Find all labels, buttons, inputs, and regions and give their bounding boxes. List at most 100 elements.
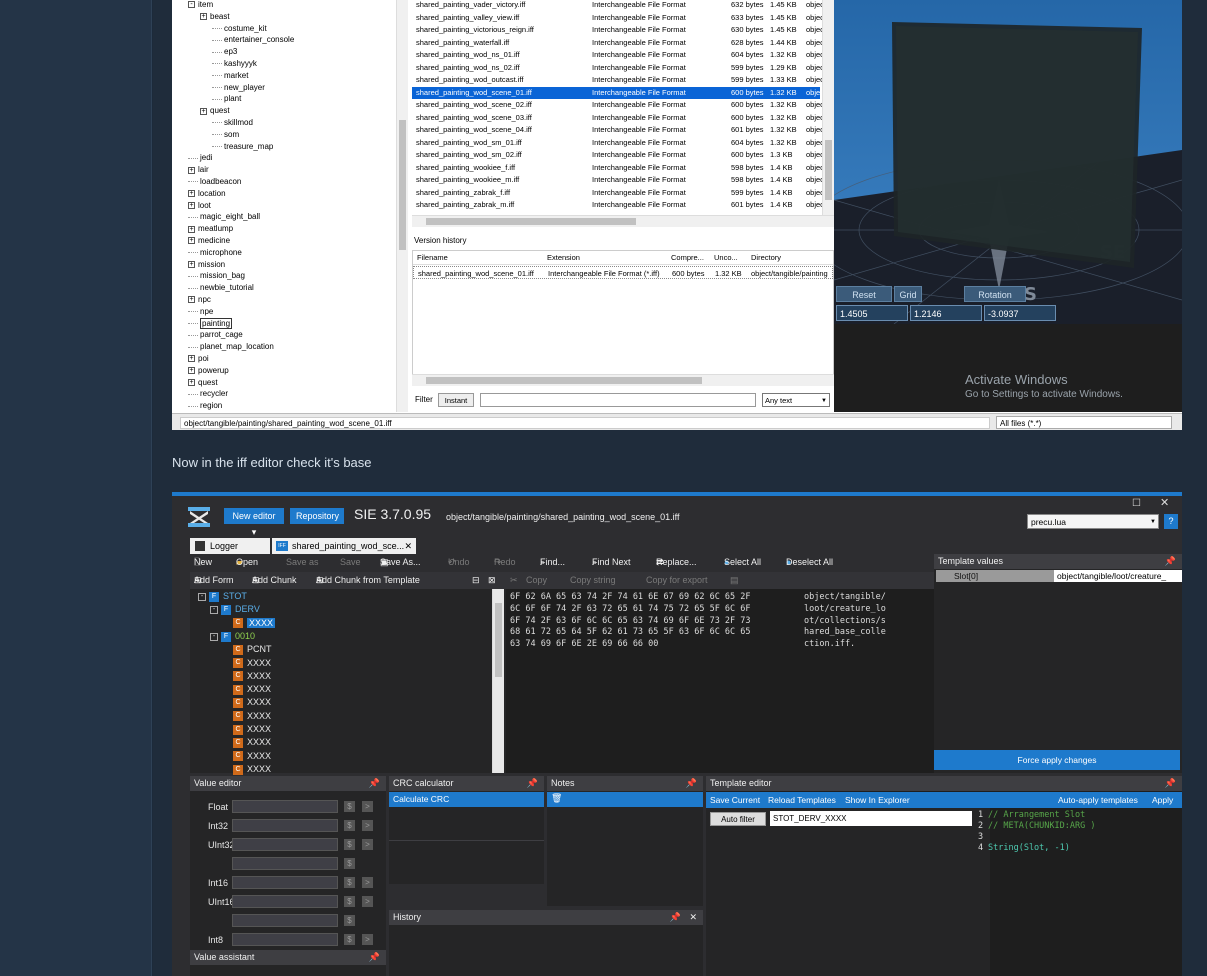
value-input[interactable] [232,819,338,832]
tree-item[interactable]: mission_bag [188,270,245,281]
col-directory[interactable]: Directory [751,251,833,265]
tree-item[interactable]: + mission [188,259,225,270]
close-icon[interactable]: ✕ [689,910,697,925]
force-apply-button[interactable]: Force apply changes [934,750,1180,770]
tab-close-icon[interactable]: ✕ [404,538,412,554]
value-input[interactable] [232,876,338,889]
file-row[interactable]: shared_painting_wod_scene_03.iff Intercha… [412,112,822,125]
file-list-scrollbar[interactable] [822,0,834,215]
chunk-node[interactable]: - F STOT [198,590,247,603]
chunk-node[interactable]: - F 0010 [210,630,255,643]
copy-button[interactable]: Copy [526,572,547,589]
chunk-node[interactable]: C XXXX [222,736,271,749]
pin-icon[interactable]: 📌 [1165,554,1176,569]
file-row[interactable]: shared_painting_wod_sm_01.iff Interchange… [412,137,822,150]
maximize-icon[interactable]: ☐ [1132,498,1141,509]
tree-item[interactable]: entertainer_console [212,34,294,45]
value-step-button[interactable]: $ [344,915,355,926]
trash-icon[interactable]: 🗑 [551,793,562,804]
tree-item[interactable]: treasure_map [212,141,273,152]
file-row[interactable]: shared_painting_victorious_reign.iff Inte… [412,24,822,37]
new-editor-button[interactable]: New editor ▾ [224,508,284,537]
chunk-node[interactable]: C XXXX [222,657,271,670]
chunk-node[interactable]: C XXXX [222,710,271,723]
expand-icon[interactable]: ⊠ [488,572,496,589]
expand-toggle-icon[interactable]: + [188,225,195,233]
expand-toggle-icon[interactable]: - [210,605,218,614]
tree-item[interactable]: + meatlump [188,223,233,234]
filter-input[interactable] [480,393,756,407]
filetype-select[interactable]: All files (*.*) [996,416,1172,429]
hex-bytes[interactable]: 6F 62 6A 65 63 74 2F 74 61 6E 67 69 62 6… [510,592,751,651]
status-path[interactable]: object/tangible/painting/shared_painting… [180,417,990,429]
tree-item[interactable]: jedi [188,152,212,163]
chunk-node[interactable]: C XXXX [222,696,271,709]
tree-item[interactable]: microphone [188,247,242,258]
tree-item[interactable]: + quest [188,377,218,388]
value-input[interactable] [232,933,338,946]
tree-item[interactable]: region [188,400,222,411]
reload-templates-link[interactable]: Reload Templates [768,792,836,808]
expand-toggle-icon[interactable]: + [188,190,195,198]
chunk-node[interactable]: C XXXX [222,683,271,696]
save-button[interactable]: Save [340,554,361,571]
save-as-dim-button[interactable]: Save as [286,554,319,571]
file-list[interactable]: shared_painting_vader_victory.iff Interch… [412,0,834,215]
cut-icon[interactable]: ✂ [510,572,518,589]
file-row[interactable]: shared_painting_waterfall.iff Interchange… [412,37,822,50]
expand-toggle-icon[interactable]: - [210,632,218,641]
chunk-node[interactable]: C PCNT [222,643,272,656]
value-step-button[interactable]: $ [344,896,355,907]
copy-for-export-button[interactable]: Copy for export [646,572,708,589]
pin-icon[interactable]: 📌 [369,950,380,965]
grid-button[interactable]: Grid [894,286,922,302]
filter-match-select[interactable]: Any text ▼ [762,393,830,407]
expand-toggle-icon[interactable]: + [200,107,207,115]
expand-toggle-icon[interactable]: + [188,355,195,363]
chunk-node[interactable]: - F DERV [210,603,260,616]
file-row[interactable]: shared_painting_vader_victory.iff Interch… [412,0,822,12]
value-arrow-icon[interactable]: > [362,896,373,907]
model-viewport[interactable]: SE S [834,0,1182,324]
tree-item[interactable]: som [212,129,239,140]
value-field-2[interactable]: 1.2146 [910,305,982,321]
value-arrow-icon[interactable]: > [362,877,373,888]
tree-item[interactable]: ep3 [212,46,237,57]
tree-item[interactable]: loadbeacon [188,176,241,187]
value-input[interactable] [232,857,338,870]
expand-toggle-icon[interactable]: - [188,1,195,9]
chunk-node[interactable]: C XXXX [222,670,271,683]
value-step-button[interactable]: $ [344,858,355,869]
tree-item[interactable]: parrot_cage [188,329,243,340]
apply-link[interactable]: Apply [1152,792,1173,808]
expand-toggle-icon[interactable]: + [188,367,195,375]
file-row[interactable]: shared_painting_wod_ns_02.iff Interchange… [412,62,822,75]
file-list-hscroll[interactable] [412,215,834,227]
file-row[interactable]: shared_painting_valley_view.iff Interchan… [412,12,822,25]
file-row[interactable]: shared_painting_wod_scene_02.iff Intercha… [412,99,822,112]
expand-toggle-icon[interactable]: - [198,592,206,601]
script-select[interactable]: precu.lua ▼ [1027,514,1159,529]
tree-item[interactable]: kashyyyk [212,58,257,69]
value-arrow-icon[interactable]: > [362,820,373,831]
file-row[interactable]: shared_painting_wod_scene_04.iff Intercha… [412,124,822,137]
tab-iff-file[interactable]: IFF shared_painting_wod_sce... ✕ [272,538,416,554]
value-step-button[interactable]: $ [344,877,355,888]
value-field-3[interactable]: -3.0937 [984,305,1056,321]
value-input[interactable] [232,895,338,908]
expand-toggle-icon[interactable]: + [188,296,195,304]
help-button[interactable]: ? [1164,514,1178,529]
pin-icon[interactable]: 📌 [1165,776,1176,791]
chunk-node[interactable]: C XXXX [222,763,271,776]
tree-item[interactable]: + medicine [188,235,230,246]
expand-toggle-icon[interactable]: + [188,166,195,174]
tree-scrollbar[interactable] [396,0,408,412]
value-arrow-icon[interactable]: > [362,839,373,850]
col-uncompressed[interactable]: Unco... [714,251,746,265]
chunk-node[interactable]: C XXXX [222,723,271,736]
show-in-explorer-link[interactable]: Show In Explorer [845,792,910,808]
hex-ascii[interactable]: object/tangible/ loot/creature_lo ot/col… [804,592,886,651]
hex-view[interactable]: 6F 62 6A 65 63 74 2F 74 61 6E 67 69 62 6… [506,589,934,773]
file-row[interactable]: shared_painting_zabrak_m.iff Interchangea… [412,199,822,212]
tree-item[interactable]: planet_map_location [188,341,274,352]
